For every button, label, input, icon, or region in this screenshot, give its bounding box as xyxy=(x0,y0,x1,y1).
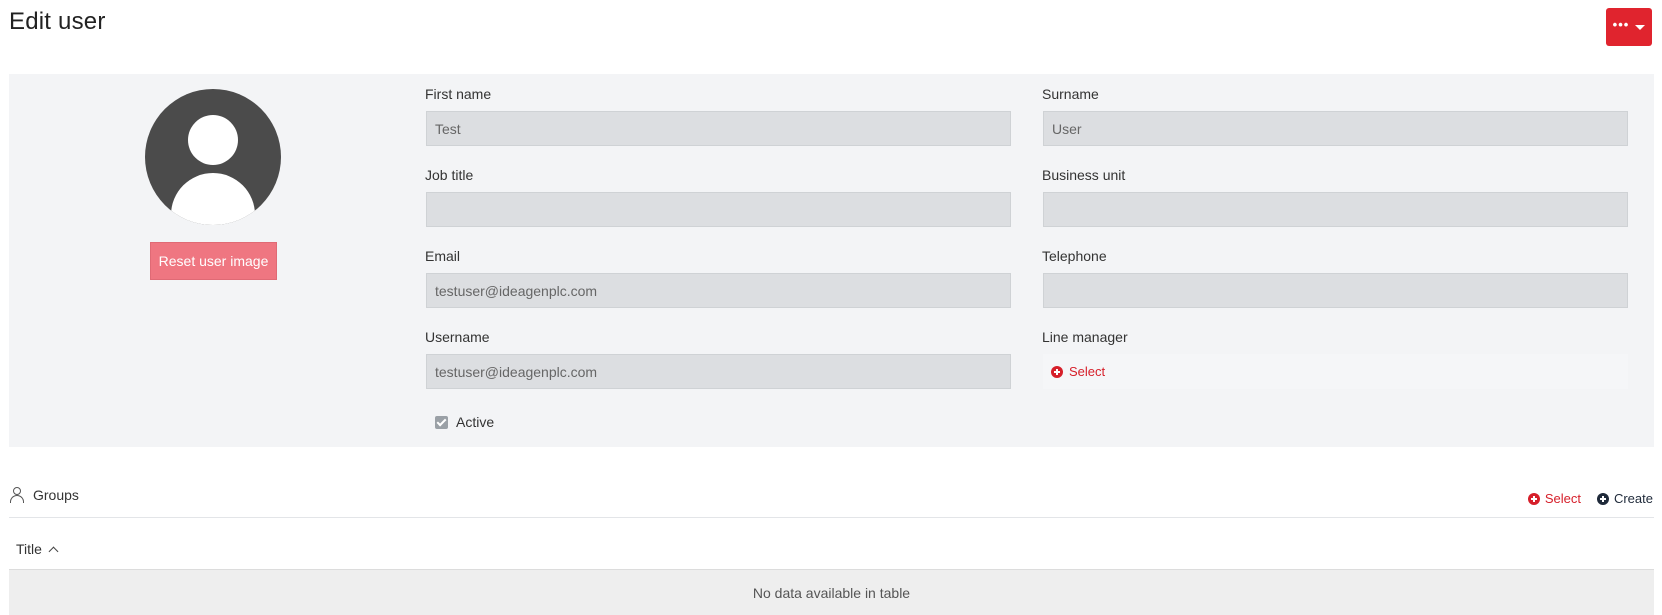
line-manager-select[interactable]: Select xyxy=(1043,354,1628,389)
groups-create-button[interactable]: Create xyxy=(1596,491,1653,506)
plus-circle-icon xyxy=(1596,492,1609,505)
reset-user-image-button[interactable]: Reset user image xyxy=(150,242,277,280)
first-name-label: First name xyxy=(425,86,492,102)
username-label: Username xyxy=(425,329,490,345)
chevron-up-icon xyxy=(48,546,59,556)
surname-field[interactable]: User xyxy=(1043,111,1628,146)
username-field[interactable]: testuser@ideagenplc.com xyxy=(426,354,1011,389)
first-name-field[interactable]: Test xyxy=(426,111,1011,146)
caret-down-icon xyxy=(1635,24,1646,30)
email-label: Email xyxy=(425,248,461,264)
groups-title: Groups xyxy=(33,487,79,503)
business-unit-field[interactable] xyxy=(1043,192,1628,227)
groups-select-button[interactable]: Select xyxy=(1527,491,1581,506)
groups-select-label: Select xyxy=(1544,491,1581,506)
more-actions-button[interactable]: ••• xyxy=(1606,8,1652,46)
line-manager-label: Line manager xyxy=(1042,329,1128,345)
telephone-label: Telephone xyxy=(1042,248,1107,264)
active-label: Active xyxy=(456,414,495,430)
column-header-title[interactable]: Title xyxy=(16,541,59,557)
job-title-label: Job title xyxy=(425,167,474,183)
user-icon xyxy=(9,487,25,503)
ellipsis-icon: ••• xyxy=(1612,17,1630,32)
active-checkbox[interactable] xyxy=(435,415,448,429)
avatar-user-icon xyxy=(188,115,238,165)
groups-create-label: Create xyxy=(1613,491,1653,506)
avatar xyxy=(145,89,281,225)
avatar-user-icon-body xyxy=(171,173,255,225)
surname-label: Surname xyxy=(1042,86,1099,102)
line-manager-select-label: Select xyxy=(1069,364,1106,379)
telephone-field[interactable] xyxy=(1043,273,1628,308)
plus-circle-icon xyxy=(1527,492,1540,505)
plus-circle-icon xyxy=(1051,365,1063,378)
column-header-title-label: Title xyxy=(16,541,42,557)
business-unit-label: Business unit xyxy=(1042,167,1126,183)
groups-header: Groups xyxy=(9,487,79,503)
empty-table-message: No data available in table xyxy=(9,569,1654,615)
groups-actions: Select Create xyxy=(1527,491,1653,506)
job-title-field[interactable] xyxy=(426,192,1011,227)
active-toggle[interactable]: Active xyxy=(435,414,494,430)
divider xyxy=(9,517,1654,518)
email-field[interactable]: testuser@ideagenplc.com xyxy=(426,273,1011,308)
page-title: Edit user xyxy=(9,8,106,35)
